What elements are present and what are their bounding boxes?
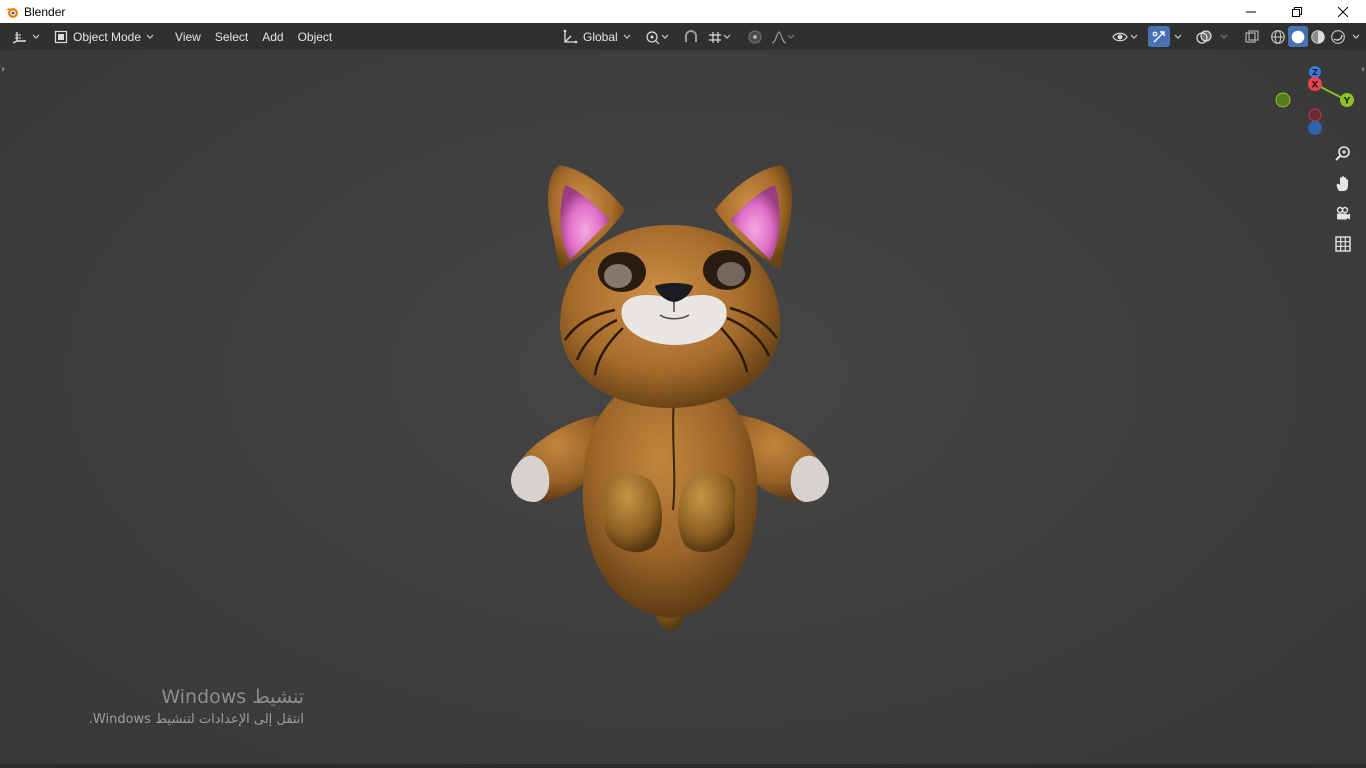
activation-subtitle: انتقل إلى الإعدادات لتنشيط Windows.: [88, 712, 304, 727]
toolbar-expand-icon[interactable]: ›: [1, 64, 5, 75]
falloff-select[interactable]: [767, 26, 799, 47]
object-mode-icon: [54, 30, 68, 43]
navigation-gizmo[interactable]: Z Y X: [1270, 64, 1362, 144]
restore-button[interactable]: [1274, 0, 1320, 23]
camera-view-icon: [1336, 206, 1350, 220]
chevron-down-icon: [146, 34, 154, 39]
visibility-select[interactable]: [1108, 26, 1142, 47]
pivot-point-icon: [646, 30, 660, 44]
window-title: Blender: [24, 4, 66, 19]
transform-orientation-select[interactable]: Global: [558, 26, 635, 47]
chevron-down-icon: [661, 34, 669, 39]
axis-neg-y[interactable]: [1275, 92, 1291, 108]
minimize-button[interactable]: [1228, 0, 1274, 23]
shading-options[interactable]: [1348, 26, 1364, 47]
chevron-down-icon: [623, 34, 631, 39]
gizmo-options[interactable]: [1170, 26, 1186, 47]
gizmo-toggle-icon: [1152, 30, 1165, 42]
rendered-shading-icon: [1331, 29, 1345, 44]
material-shading-button[interactable]: [1308, 26, 1328, 47]
minimize-icon: [1246, 11, 1256, 12]
chevron-down-icon: [32, 34, 40, 39]
menu-object[interactable]: Object: [291, 26, 340, 47]
proportional-edit-icon: [748, 30, 762, 43]
chevron-down-icon: [787, 34, 795, 39]
xray-toggle[interactable]: [1240, 26, 1264, 47]
3d-viewport[interactable]: › ‹ Z Y X تنشيط Windows انتقل إلى الإعدا…: [0, 50, 1366, 768]
pan-button[interactable]: [1331, 172, 1355, 196]
material-shading-icon: [1311, 29, 1325, 44]
camera-view-button[interactable]: [1331, 202, 1355, 226]
ortho-toggle-button[interactable]: [1331, 232, 1355, 256]
orientation-label: Global: [583, 29, 618, 44]
editor-type-button[interactable]: [8, 26, 44, 47]
blender-logo-icon: [6, 7, 18, 18]
snap-toggle[interactable]: [679, 26, 703, 47]
chevron-down-icon: [1130, 34, 1138, 39]
axis-y-label: Y: [1343, 97, 1351, 107]
visibility-icon: [1112, 32, 1128, 41]
3d-viewport-icon: [12, 31, 26, 44]
overlay-toggle[interactable]: [1192, 26, 1216, 47]
chevron-down-icon: [1220, 34, 1228, 39]
close-button[interactable]: [1320, 0, 1366, 23]
chevron-down-icon: [1174, 34, 1182, 39]
close-icon: [1338, 6, 1348, 17]
orientation-icon: [563, 29, 578, 43]
window-titlebar: Blender: [0, 0, 1366, 23]
chevron-down-icon: [1352, 34, 1360, 39]
viewport-header: Object Mode View Select Add Object Globa…: [0, 23, 1366, 50]
falloff-icon: [771, 30, 786, 44]
snap-icon: [684, 29, 697, 42]
xray-icon: [1245, 29, 1259, 43]
proportional-edit-toggle[interactable]: [743, 26, 767, 47]
overlay-icon: [1196, 29, 1212, 44]
overlay-options[interactable]: [1216, 26, 1232, 47]
navigation-buttons: [1331, 142, 1355, 262]
zoom-button[interactable]: [1331, 142, 1355, 166]
wireframe-shading-icon: [1271, 29, 1285, 44]
menu-select[interactable]: Select: [208, 26, 255, 47]
snap-target-select[interactable]: [703, 26, 735, 47]
axis-neg-z[interactable]: [1308, 121, 1322, 135]
menu-view[interactable]: View: [168, 26, 208, 47]
chevron-down-icon: [723, 34, 731, 39]
windows-activation-watermark: تنشيط Windows انتقل إلى الإعدادات لتنشيط…: [0, 686, 304, 727]
solid-shading-button[interactable]: [1288, 26, 1308, 47]
viewport-bottom-edge: [0, 764, 1366, 768]
cat-model[interactable]: [505, 150, 835, 634]
axis-x-label: X: [1312, 81, 1319, 91]
restore-icon: [1292, 6, 1302, 17]
wireframe-shading-button[interactable]: [1268, 26, 1288, 47]
mode-label: Object Mode: [73, 29, 142, 44]
menu-add[interactable]: Add: [255, 26, 290, 47]
solid-shading-icon: [1291, 30, 1305, 43]
axis-neg-x[interactable]: [1308, 108, 1322, 122]
zoom-icon: [1335, 146, 1350, 161]
gizmo-toggle[interactable]: [1148, 26, 1170, 47]
ortho-grid-icon: [1335, 236, 1351, 252]
activation-title: تنشيط Windows: [161, 686, 304, 708]
snap-increment-icon: [708, 31, 721, 43]
rendered-shading-button[interactable]: [1328, 26, 1348, 47]
pivot-point-button[interactable]: [641, 26, 673, 47]
axis-z-label: Z: [1312, 68, 1318, 77]
pan-hand-icon: [1336, 176, 1348, 191]
mode-select[interactable]: Object Mode: [50, 26, 158, 47]
